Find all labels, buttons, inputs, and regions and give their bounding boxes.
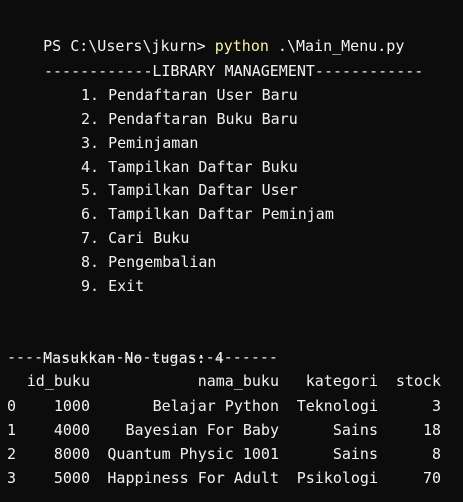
menu-item-3: 3. Peminjaman	[81, 134, 199, 152]
cell-stock: 8	[431, 445, 441, 463]
table-row: 3 5000 Happiness For Adult Psikologi 70	[0, 466, 463, 490]
cell-id-buku: 1000	[53, 397, 90, 415]
column-header-stock: stock	[395, 372, 441, 390]
column-header-nama-buku: nama_buku	[197, 372, 279, 390]
prompt-path: PS C:\Users\jkurn>	[43, 37, 215, 55]
menu-item-2: 2. Pendaftaran Buku Baru	[81, 110, 298, 128]
cell-stock: 70	[422, 469, 441, 487]
menu-item-8: 8. Pengembalian	[81, 253, 217, 271]
column-header-id-buku: id_buku	[26, 372, 90, 390]
menu-item-6: 6. Tampilkan Daftar Peminjam	[81, 205, 334, 223]
cell-kategori: Sains	[332, 421, 378, 439]
row-index: 2	[7, 445, 17, 463]
menu-item-7: 7. Cari Buku	[81, 229, 190, 247]
separator-line: ------------------------------	[7, 348, 278, 366]
table-row: 0 1000 Belajar Python Teknologi 3	[0, 394, 463, 418]
command-argument: .\Main_Menu.py	[268, 37, 405, 55]
menu-item-9: 9. Exit	[81, 277, 145, 295]
cell-stock: 3	[431, 397, 441, 415]
cell-id-buku: 4000	[53, 421, 90, 439]
prompt-line: PS C:\Users\jkurn> python .\Main_Menu.py	[7, 10, 404, 55]
menu-header: ------------LIBRARY MANAGEMENT----------…	[44, 62, 424, 80]
row-index: 3	[7, 469, 17, 487]
input-line[interactable]: Masukkan No tugas: 4	[7, 322, 224, 367]
cell-kategori: Psikologi	[296, 469, 378, 487]
table-row: 2 8000 Quantum Physic 1001 Sains 8	[0, 442, 463, 466]
cell-nama-buku: Happiness For Adult	[107, 469, 279, 487]
column-header-kategori: kategori	[305, 372, 378, 390]
cell-kategori: Sains	[332, 445, 378, 463]
cell-nama-buku: Belajar Python	[152, 397, 279, 415]
cell-nama-buku: Bayesian For Baby	[125, 421, 279, 439]
menu-item-1: 1. Pendaftaran User Baru	[81, 86, 298, 104]
menu-item-5: 5. Tampilkan Daftar User	[81, 181, 298, 199]
row-index: 0	[7, 397, 17, 415]
cell-id-buku: 5000	[53, 469, 90, 487]
cell-id-buku: 8000	[53, 445, 90, 463]
cell-kategori: Teknologi	[296, 397, 378, 415]
terminal-window[interactable]: PS C:\Users\jkurn> python .\Main_Menu.py…	[0, 0, 463, 502]
row-index: 1	[7, 421, 17, 439]
table-row: 1 4000 Bayesian For Baby Sains 18	[0, 418, 463, 442]
cell-stock: 18	[422, 421, 441, 439]
command-executable: python	[214, 37, 269, 55]
menu-item-4: 4. Tampilkan Daftar Buku	[81, 158, 298, 176]
table-header-row: id_buku nama_buku kategori stock	[0, 369, 463, 393]
cell-nama-buku: Quantum Physic 1001	[107, 445, 279, 463]
